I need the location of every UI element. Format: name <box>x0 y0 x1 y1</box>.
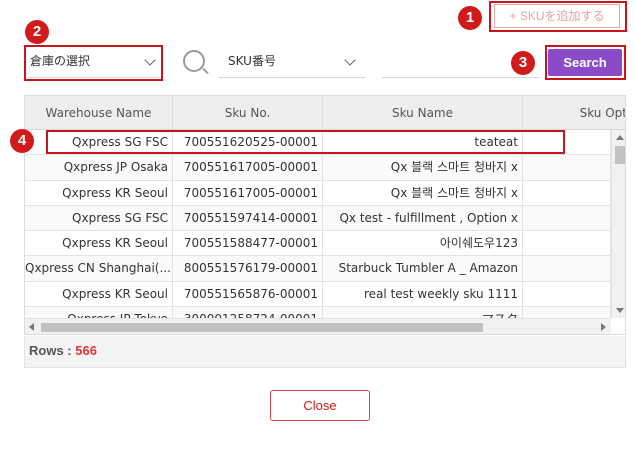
scroll-left-icon[interactable] <box>29 323 34 331</box>
scroll-right-icon[interactable] <box>601 323 606 331</box>
horizontal-scrollbar[interactable] <box>25 318 611 334</box>
cell-sku-option <box>523 205 611 231</box>
rows-label: Rows : <box>29 343 76 358</box>
table-row[interactable]: Qxpress JP Osaka 700551617005-00001 Qx 블… <box>25 155 611 181</box>
callout-2: 2 <box>25 20 49 44</box>
table-row[interactable]: Qxpress KR Seoul 700551565876-00001 real… <box>25 281 611 308</box>
table-row[interactable]: Qxpress KR Seoul 700551617005-00001 Qx 블… <box>25 180 611 206</box>
cell-sku-no: 700551617005-00001 <box>173 155 323 181</box>
cell-warehouse: Qxpress CN Shanghai(... <box>25 256 173 282</box>
highlight-box-1 <box>489 1 627 32</box>
cell-sku-no: 700551617005-00001 <box>173 180 323 206</box>
column-header-sku-option[interactable]: Sku Opt <box>523 96 625 130</box>
vertical-scroll-thumb[interactable] <box>615 146 625 164</box>
column-header-sku-no[interactable]: Sku No. <box>173 96 323 130</box>
table-row[interactable]: Qxpress SG FSC 700551597414-00001 Qx tes… <box>25 205 611 232</box>
table-row[interactable]: Qxpress CN Shanghai(... 800551576179-000… <box>25 256 611 282</box>
cell-sku-name: マスク <box>323 307 523 318</box>
rows-count-bar: Rows : 566 <box>24 336 626 368</box>
cell-sku-name: Qx 블랙 스마트 청바지 x <box>323 155 523 181</box>
grid-body: Qxpress SG FSC 700551620525-00001 teatea… <box>25 130 611 318</box>
cell-sku-option <box>523 231 611 257</box>
sku-type-select[interactable]: SKU番号 <box>218 48 366 78</box>
chevron-down-icon <box>344 54 356 66</box>
highlight-box-2 <box>24 45 163 81</box>
cell-sku-name: Qx 블랙 스마트 청바지 x <box>323 180 523 206</box>
callout-1: 1 <box>458 6 482 30</box>
cell-sku-name: Starbuck Tumbler A _ Amazon <box>323 256 523 282</box>
cell-warehouse: Qxpress JP Tokyo <box>25 307 173 318</box>
close-button[interactable]: Close <box>270 390 370 421</box>
table-row[interactable]: Qxpress JP Tokyo 300001258724-00001 マスク <box>25 307 611 318</box>
cell-sku-no: 700551565876-00001 <box>173 281 323 307</box>
callout-4: 4 <box>10 129 34 153</box>
vertical-scrollbar[interactable] <box>611 130 625 318</box>
sku-type-select-value: SKU番号 <box>228 54 276 68</box>
cell-warehouse: Qxpress JP Osaka <box>25 155 173 181</box>
cell-sku-no: 300001258724-00001 <box>173 307 323 318</box>
cell-sku-name: Qx test - fulfillment , Option x <box>323 205 523 231</box>
cell-warehouse: Qxpress KR Seoul <box>25 180 173 206</box>
rows-count: 566 <box>75 343 97 358</box>
cell-sku-name: 아이쉐도우123 <box>323 231 523 257</box>
cell-sku-no: 800551576179-00001 <box>173 256 323 282</box>
highlight-box-4 <box>46 130 565 154</box>
cell-sku-option <box>523 180 611 206</box>
cell-warehouse: Qxpress KR Seoul <box>25 281 173 307</box>
scroll-up-icon[interactable] <box>616 135 624 140</box>
scroll-down-icon[interactable] <box>616 308 624 313</box>
cell-sku-option <box>523 256 611 282</box>
grid-header: Warehouse Name Sku No. Sku Name Sku Opt <box>25 96 625 130</box>
search-icon <box>183 50 205 72</box>
cell-sku-no: 700551588477-00001 <box>173 231 323 257</box>
horizontal-scroll-thumb[interactable] <box>41 323 483 332</box>
cell-sku-name: real test weekly sku 1111 <box>323 281 523 307</box>
cell-sku-option <box>523 307 611 318</box>
cell-sku-option <box>523 281 611 307</box>
highlight-box-3 <box>545 45 626 80</box>
cell-warehouse: Qxpress KR Seoul <box>25 231 173 257</box>
cell-warehouse: Qxpress SG FSC <box>25 205 173 231</box>
table-row[interactable]: Qxpress KR Seoul 700551588477-00001 아이쉐도… <box>25 231 611 257</box>
cell-sku-no: 700551597414-00001 <box>173 205 323 231</box>
callout-3: 3 <box>511 51 535 75</box>
column-header-sku-name[interactable]: Sku Name <box>323 96 523 130</box>
column-header-warehouse[interactable]: Warehouse Name <box>25 96 173 130</box>
cell-sku-option <box>523 155 611 181</box>
